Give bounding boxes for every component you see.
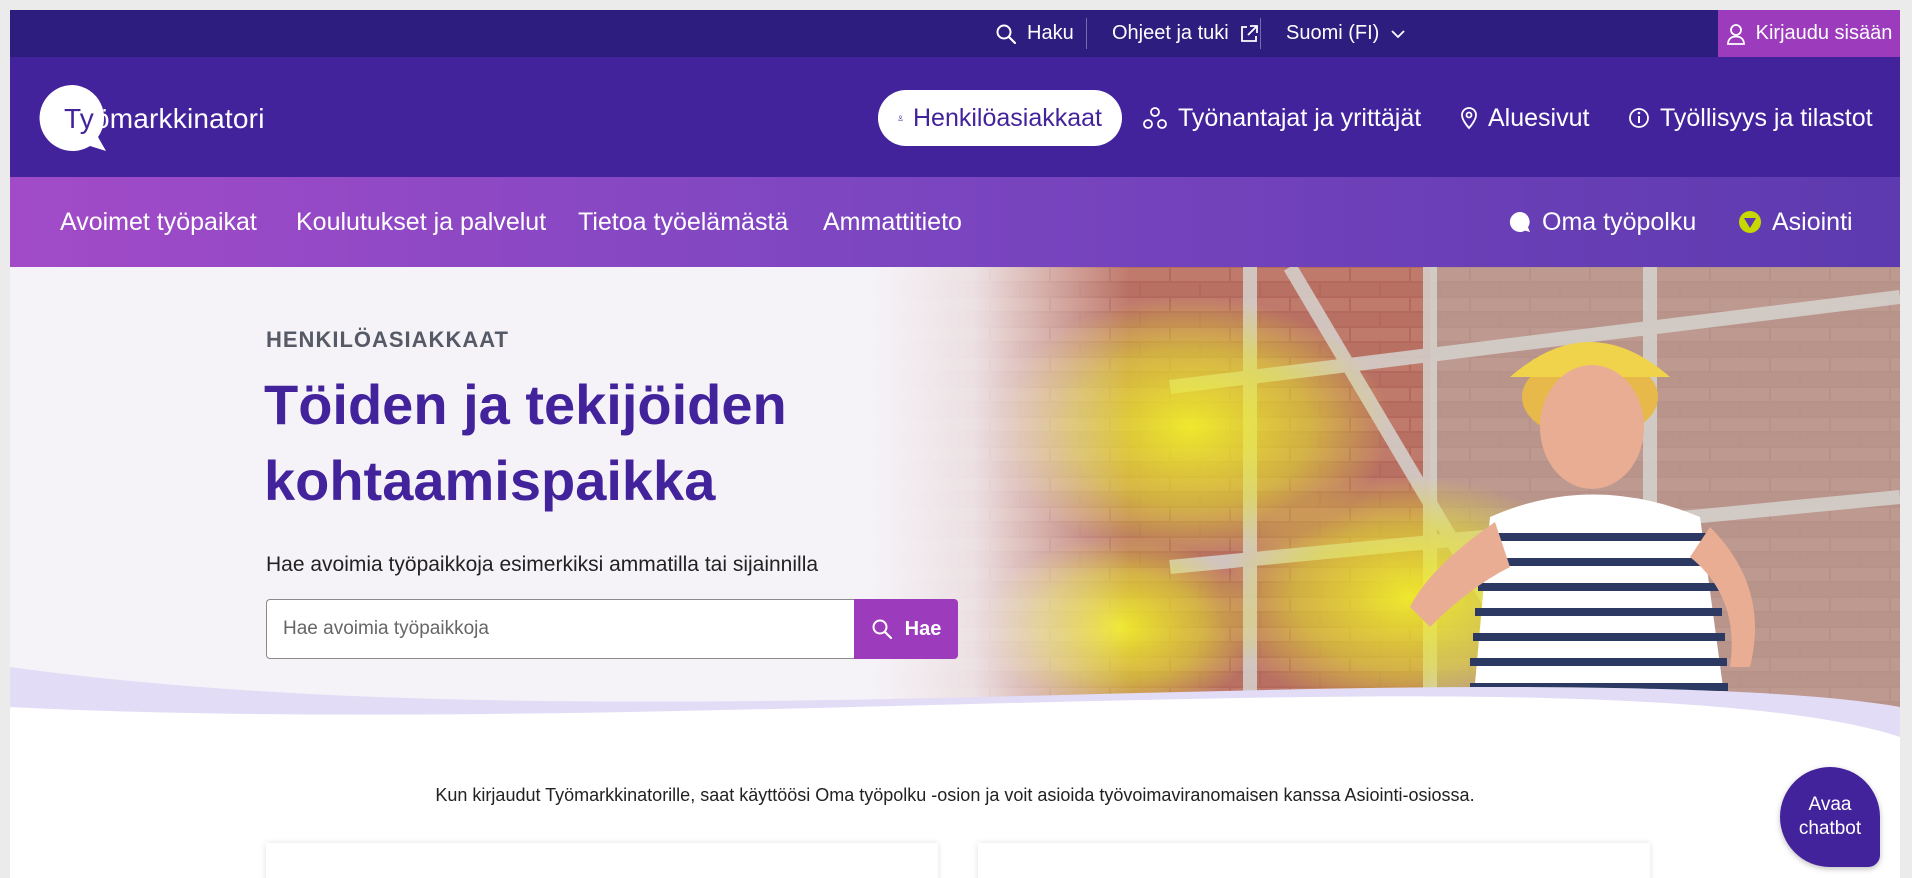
- asiointi-icon: [1739, 211, 1761, 233]
- nav-label: Koulutukset ja palvelut: [296, 207, 547, 236]
- help-link-label: Ohjeet ja tuki: [1112, 22, 1229, 44]
- audience-tab-tyonantajat[interactable]: Työnantajat ja yrittäjät: [1142, 90, 1421, 146]
- audience-tab-label: Henkilöasiakkaat: [913, 103, 1102, 132]
- help-link[interactable]: Ohjeet ja tuki: [1112, 10, 1259, 57]
- job-search-input[interactable]: [266, 599, 854, 659]
- nav-label: Ammattitieto: [823, 207, 962, 236]
- chatbot-button[interactable]: Avaa chatbot: [1780, 767, 1880, 867]
- network-icon: [1143, 107, 1167, 129]
- hero: HENKILÖASIAKKAAT Töiden ja tekijöiden ko…: [10, 267, 1900, 739]
- audience-tab-henkiloasiakkaat[interactable]: Henkilöasiakkaat: [878, 90, 1122, 146]
- job-search-form: Hae: [266, 599, 958, 659]
- user-icon: [1726, 23, 1745, 45]
- main-header: Työmarkkinatori Henkilöasiakkaat Työnant…: [10, 57, 1900, 177]
- audience-nav: Henkilöasiakkaat Työnantajat ja yrittäjä…: [10, 90, 1900, 146]
- user-icon: [898, 115, 903, 121]
- audience-tab-tyollisyys[interactable]: Työllisyys ja tilastot: [1628, 90, 1873, 146]
- chevron-down-icon: [1391, 29, 1405, 38]
- nav-avoimet-tyopaikat[interactable]: Avoimet työpaikat: [60, 177, 257, 267]
- page: Haku Ohjeet ja tuki Suomi (FI) Kirjaudu …: [10, 10, 1900, 878]
- job-search-button[interactable]: Hae: [854, 599, 958, 659]
- nav-label: Oma työpolku: [1542, 207, 1697, 236]
- search-icon: [996, 24, 1017, 44]
- job-search-button-label: Hae: [904, 617, 942, 640]
- hero-wave: [10, 667, 1900, 739]
- content-card[interactable]: [266, 843, 938, 878]
- content-card[interactable]: [978, 843, 1650, 878]
- login-info-text: Kun kirjaudut Työmarkkinatorille, saat k…: [435, 785, 1475, 805]
- location-pin-icon: [1461, 107, 1477, 130]
- nav-koulutukset-ja-palvelut[interactable]: Koulutukset ja palvelut: [296, 177, 546, 267]
- audience-tab-label: Aluesivut: [1488, 103, 1590, 132]
- chat-bubble-icon: [1509, 211, 1530, 232]
- nav-label: Avoimet työpaikat: [60, 207, 257, 236]
- nav-label: Asiointi: [1772, 207, 1853, 236]
- nav-label: Tietoa työelämästä: [578, 207, 789, 236]
- hero-title: Töiden ja tekijöiden kohtaamispaikka: [264, 373, 787, 512]
- section-nav: Avoimet työpaikat Koulutukset ja palvelu…: [10, 177, 1900, 267]
- utility-divider: [1086, 18, 1087, 49]
- search-label: Hae avoimia työpaikkoja esimerkiksi amma…: [266, 553, 819, 576]
- info-icon: [1629, 108, 1649, 128]
- utility-bar: Haku Ohjeet ja tuki Suomi (FI) Kirjaudu …: [10, 10, 1900, 57]
- search-link-label: Haku: [1027, 22, 1074, 44]
- audience-tab-aluesivut[interactable]: Aluesivut: [1460, 90, 1589, 146]
- login-button-label: Kirjaudu sisään: [1755, 22, 1893, 44]
- nav-tietoa-tyoelamasta[interactable]: Tietoa työelämästä: [578, 177, 788, 267]
- language-select[interactable]: Suomi (FI): [1286, 10, 1407, 57]
- audience-tab-label: Työnantajat ja yrittäjät: [1178, 103, 1422, 132]
- language-select-label: Suomi (FI): [1286, 22, 1380, 44]
- search-link[interactable]: Haku: [995, 10, 1074, 57]
- search-icon: [872, 619, 892, 640]
- nav-oma-tyopolku[interactable]: Oma työpolku: [1508, 177, 1696, 267]
- nav-asiointi[interactable]: Asiointi: [1738, 177, 1853, 267]
- external-link-icon: [1240, 24, 1258, 42]
- nav-ammattitieto[interactable]: Ammattitieto: [823, 177, 962, 267]
- audience-tab-label: Työllisyys ja tilastot: [1660, 103, 1873, 132]
- hero-eyebrow: HENKILÖASIAKKAAT: [266, 327, 509, 352]
- utility-divider: [1260, 18, 1261, 49]
- chatbot-label: Avaa chatbot: [1798, 794, 1862, 839]
- login-button[interactable]: Kirjaudu sisään: [1718, 10, 1900, 57]
